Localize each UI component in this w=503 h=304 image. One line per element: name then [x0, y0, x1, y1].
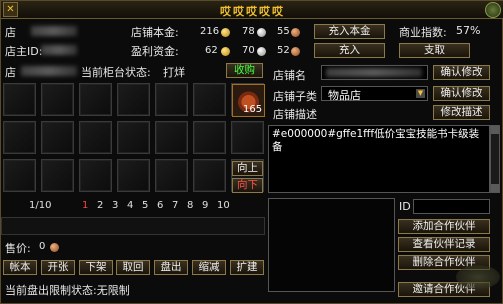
deposit-button[interactable]: 充入 — [314, 43, 385, 58]
profit-gold: 62 — [205, 45, 218, 56]
inventory-slot[interactable] — [3, 159, 36, 192]
page-link-5[interactable]: 5 — [142, 200, 148, 211]
price-label: 售价: — [5, 242, 31, 255]
inventory-slot[interactable] — [117, 83, 150, 116]
desc-scrollbar[interactable] — [490, 125, 500, 193]
counter-status-value: 打烊 — [163, 66, 185, 79]
copper-coin-icon — [291, 28, 300, 37]
page-link-9[interactable]: 9 — [202, 200, 208, 211]
shop-desc-textarea[interactable]: #e000000#gffe1fff低价宝宝技能书卡级装备 — [268, 125, 490, 193]
business-index-label: 商业指数: — [399, 26, 447, 39]
page-link-2[interactable]: 2 — [97, 200, 103, 211]
capital-gold: 216 — [200, 26, 220, 37]
counter-status-label: 当前柜台状态: — [81, 66, 151, 79]
copper-coin-icon — [291, 47, 300, 56]
partner-id-input[interactable] — [413, 199, 490, 214]
inventory-slot[interactable] — [117, 121, 150, 154]
edit-desc-button[interactable]: 修改描述 — [433, 105, 490, 120]
shop-name-label: 店铺名 — [273, 69, 306, 82]
page-link-4[interactable]: 4 — [127, 200, 133, 211]
confirm-type-button[interactable]: 确认修改 — [433, 86, 490, 101]
bottom-button-5[interactable]: 缩减 — [192, 260, 226, 275]
partner-list[interactable] — [268, 198, 395, 292]
inventory-slot[interactable] — [155, 121, 188, 154]
watermark-logo — [456, 265, 500, 289]
shop-type-value: 物品店 — [328, 89, 361, 102]
page-link-8[interactable]: 8 — [187, 200, 193, 211]
page-link-10[interactable]: 10 — [217, 200, 230, 211]
profit-silver: 70 — [242, 45, 255, 56]
game-logo-icon — [485, 2, 501, 18]
inventory-slot[interactable] — [79, 83, 112, 116]
silver-coin-icon — [257, 28, 266, 37]
shop-label: 店 — [5, 26, 16, 39]
copper-coin-icon — [50, 243, 59, 252]
inventory-slot[interactable] — [231, 121, 264, 154]
redacted-shop-name — [326, 68, 422, 77]
shop-desc-label: 店铺描述 — [273, 108, 317, 121]
bottom-button-3[interactable]: 取回 — [116, 260, 150, 275]
capital-silver: 78 — [242, 26, 255, 37]
inventory-slot[interactable] — [155, 159, 188, 192]
deposit-capital-button[interactable]: 充入本金 — [314, 24, 385, 39]
counter-shop-prefix: 店 — [5, 66, 16, 79]
move-up-button[interactable]: 向上 — [232, 161, 263, 176]
scroll-up-icon[interactable] — [491, 126, 499, 134]
bottom-button-1[interactable]: 开张 — [41, 260, 75, 275]
shop-type-label: 店铺子类 — [273, 90, 317, 103]
inventory-slot[interactable] — [3, 121, 36, 154]
window-title: 哎哎哎哎哎 — [220, 5, 285, 18]
inventory-slot[interactable] — [155, 83, 188, 116]
page-link-6[interactable]: 6 — [157, 200, 163, 211]
page-link-1[interactable]: 1 — [82, 200, 88, 211]
bottom-button-2[interactable]: 下架 — [79, 260, 113, 275]
inventory-slot[interactable] — [193, 159, 226, 192]
shop-window: ✕ 哎哎哎哎哎 店 店铺本金: 216 78 55 充入本金 商业指数: 57%… — [0, 0, 503, 304]
scroll-down-icon[interactable] — [491, 184, 499, 192]
business-index-value: 57% — [456, 24, 481, 37]
inventory-slot[interactable] — [193, 83, 226, 116]
withdraw-button[interactable]: 支取 — [399, 43, 470, 58]
chevron-down-icon[interactable]: ▼ — [416, 89, 425, 98]
page-link-3[interactable]: 3 — [112, 200, 118, 211]
page-link-7[interactable]: 7 — [172, 200, 178, 211]
move-down-button[interactable]: 向下 — [232, 178, 263, 193]
limit-status: 当前盘出限制状态:无限制 — [5, 284, 130, 297]
page-indicator: 1/10 — [29, 200, 52, 211]
price-value: 0 — [39, 241, 46, 252]
capital-copper: 55 — [277, 26, 290, 37]
collect-button[interactable]: 收购 — [226, 63, 263, 78]
redacted-counter — [21, 66, 77, 76]
gold-coin-icon — [221, 28, 230, 37]
item-count: 165 — [243, 104, 263, 115]
view-partner-button[interactable]: 查看伙伴记录 — [398, 237, 490, 252]
owner-label: 店主ID: — [5, 45, 43, 58]
bottom-button-0[interactable]: 帐本 — [3, 260, 37, 275]
inventory-grid — [3, 83, 267, 195]
profit-copper: 52 — [277, 45, 290, 56]
confirm-name-button[interactable]: 确认修改 — [433, 65, 490, 80]
profit-label: 盈利资金: — [131, 45, 179, 58]
inventory-slot[interactable] — [117, 159, 150, 192]
redacted-shop — [31, 26, 77, 36]
inventory-slot[interactable] — [79, 159, 112, 192]
shop-type-select[interactable]: 物品店 ▼ — [321, 86, 428, 102]
redacted-owner — [41, 45, 77, 55]
inventory-slot[interactable] — [41, 159, 74, 192]
inventory-slot[interactable] — [79, 121, 112, 154]
bottom-button-6[interactable]: 扩建 — [230, 260, 264, 275]
capital-label: 店铺本金: — [131, 26, 179, 39]
inventory-slot[interactable] — [193, 121, 226, 154]
bottom-button-4[interactable]: 盘出 — [154, 260, 188, 275]
inventory-slot[interactable] — [41, 83, 74, 116]
inventory-slot[interactable] — [3, 83, 36, 116]
gold-coin-icon — [221, 47, 230, 56]
divider-bar — [1, 217, 265, 235]
add-partner-button[interactable]: 添加合作伙伴 — [398, 219, 490, 234]
id-label: ID — [399, 200, 411, 213]
inventory-slot[interactable] — [41, 121, 74, 154]
silver-coin-icon — [257, 47, 266, 56]
title-bar[interactable]: ✕ 哎哎哎哎哎 — [1, 1, 503, 19]
